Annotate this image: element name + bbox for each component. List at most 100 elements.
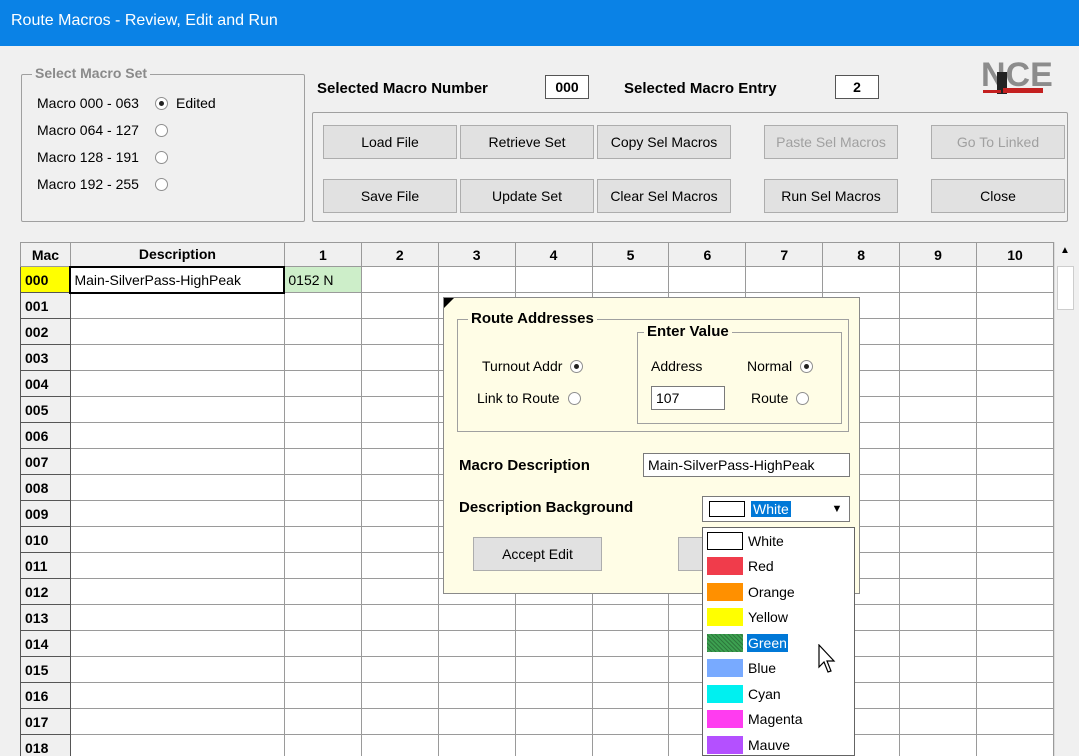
macro-number-cell[interactable]: 018 bbox=[20, 734, 71, 756]
entry-cell[interactable] bbox=[283, 656, 362, 683]
entry-cell[interactable] bbox=[437, 708, 516, 735]
entry-cell[interactable] bbox=[437, 630, 516, 657]
entry-cell[interactable] bbox=[360, 552, 439, 579]
description-cell[interactable] bbox=[69, 708, 285, 735]
description-cell[interactable]: Main-SilverPass-HighPeak bbox=[69, 265, 286, 294]
color-option-magenta[interactable]: Magenta bbox=[703, 707, 854, 733]
scroll-up-icon[interactable]: ▲ bbox=[1055, 242, 1075, 262]
entry-cell[interactable] bbox=[360, 344, 439, 371]
entry-cell[interactable] bbox=[899, 448, 977, 475]
description-cell[interactable] bbox=[69, 734, 285, 756]
route-radio[interactable] bbox=[796, 391, 810, 405]
entry-cell[interactable] bbox=[975, 500, 1054, 527]
table-row[interactable]: 017 bbox=[20, 708, 1054, 735]
entry-cell[interactable] bbox=[360, 630, 439, 657]
load-file-button[interactable]: Load File bbox=[323, 125, 457, 159]
entry-cell[interactable] bbox=[283, 318, 362, 345]
macro-set-option[interactable]: Macro 128 - 191 bbox=[37, 149, 168, 165]
entry-cell[interactable] bbox=[283, 526, 362, 553]
entry-cell[interactable] bbox=[360, 266, 439, 293]
retrieve-set-button[interactable]: Retrieve Set bbox=[460, 125, 594, 159]
entry-cell[interactable] bbox=[514, 630, 593, 657]
table-row[interactable]: 015 bbox=[20, 656, 1054, 683]
entry-cell[interactable] bbox=[514, 656, 593, 683]
entry-cell[interactable] bbox=[899, 604, 977, 631]
entry-cell[interactable] bbox=[899, 500, 977, 527]
entry-cell[interactable] bbox=[283, 682, 362, 709]
entry-cell[interactable] bbox=[975, 448, 1054, 475]
clear-sel-macros-button[interactable]: Clear Sel Macros bbox=[597, 179, 731, 213]
entry-cell[interactable] bbox=[745, 266, 824, 293]
entry-cell[interactable] bbox=[283, 604, 362, 631]
normal-option[interactable]: Normal bbox=[747, 358, 814, 374]
macro-set-option[interactable]: Macro 064 - 127 bbox=[37, 122, 168, 138]
normal-radio[interactable] bbox=[800, 359, 814, 373]
entry-cell[interactable] bbox=[360, 526, 439, 553]
entry-cell[interactable] bbox=[899, 474, 977, 501]
description-cell[interactable] bbox=[69, 396, 285, 423]
macro-number-cell[interactable]: 004 bbox=[20, 370, 71, 397]
macro-number-cell[interactable]: 015 bbox=[20, 656, 71, 683]
entry-cell[interactable] bbox=[360, 682, 439, 709]
entry-cell[interactable] bbox=[360, 604, 439, 631]
entry-cell[interactable] bbox=[360, 318, 439, 345]
entry-cell[interactable] bbox=[899, 734, 977, 756]
description-cell[interactable] bbox=[69, 682, 285, 709]
entry-cell[interactable] bbox=[514, 604, 593, 631]
entry-cell[interactable] bbox=[899, 422, 977, 449]
entry-cell[interactable] bbox=[591, 708, 670, 735]
entry-cell[interactable] bbox=[899, 656, 977, 683]
description-cell[interactable] bbox=[69, 422, 285, 449]
macro-number-cell[interactable]: 001 bbox=[20, 292, 71, 319]
entry-cell[interactable] bbox=[668, 266, 747, 293]
macro-number-cell[interactable]: 007 bbox=[20, 448, 71, 475]
table-row[interactable]: 014 bbox=[20, 630, 1054, 657]
macro-set-radio[interactable] bbox=[155, 150, 168, 164]
macro-number-cell[interactable]: 008 bbox=[20, 474, 71, 501]
entry-cell[interactable] bbox=[514, 266, 593, 293]
go-to-linked-button[interactable]: Go To Linked bbox=[931, 125, 1065, 159]
entry-cell[interactable] bbox=[437, 604, 516, 631]
entry-cell[interactable] bbox=[437, 656, 516, 683]
grid-scrollbar[interactable]: ▲ bbox=[1054, 242, 1075, 756]
description-cell[interactable] bbox=[69, 344, 285, 371]
entry-cell[interactable] bbox=[591, 682, 670, 709]
save-file-button[interactable]: Save File bbox=[323, 179, 457, 213]
entry-cell[interactable] bbox=[899, 344, 977, 371]
description-cell[interactable] bbox=[69, 656, 285, 683]
macro-set-option[interactable]: Macro 000 - 063 Edited bbox=[37, 95, 216, 111]
macro-number-cell[interactable]: 009 bbox=[20, 500, 71, 527]
entry-cell[interactable] bbox=[975, 526, 1054, 553]
entry-cell[interactable] bbox=[975, 474, 1054, 501]
description-cell[interactable] bbox=[69, 448, 285, 475]
macro-number-cell[interactable]: 013 bbox=[20, 604, 71, 631]
link-to-route-radio[interactable] bbox=[567, 391, 581, 405]
description-cell[interactable] bbox=[69, 604, 285, 631]
entry-cell[interactable] bbox=[514, 708, 593, 735]
description-cell[interactable] bbox=[69, 526, 285, 553]
entry-cell[interactable] bbox=[283, 344, 362, 371]
entry-cell[interactable] bbox=[360, 448, 439, 475]
entry-cell[interactable] bbox=[283, 578, 362, 605]
entry-cell[interactable] bbox=[899, 292, 977, 319]
entry-cell[interactable] bbox=[283, 370, 362, 397]
macro-number-cell[interactable]: 003 bbox=[20, 344, 71, 371]
description-cell[interactable] bbox=[69, 370, 285, 397]
close-button[interactable]: Close bbox=[931, 179, 1065, 213]
accept-edit-button[interactable]: Accept Edit bbox=[473, 537, 602, 571]
entry-cell[interactable] bbox=[899, 266, 977, 293]
description-cell[interactable] bbox=[69, 292, 285, 319]
description-cell[interactable] bbox=[69, 578, 285, 605]
entry-cell[interactable] bbox=[283, 448, 362, 475]
macro-number-cell[interactable]: 002 bbox=[20, 318, 71, 345]
entry-cell[interactable] bbox=[899, 578, 977, 605]
entry-cell[interactable] bbox=[899, 682, 977, 709]
macro-number-cell[interactable]: 010 bbox=[20, 526, 71, 553]
entry-cell[interactable] bbox=[283, 474, 362, 501]
color-option-red[interactable]: Red bbox=[703, 554, 854, 580]
entry-cell[interactable] bbox=[360, 396, 439, 423]
entry-cell[interactable] bbox=[899, 396, 977, 423]
description-background-select[interactable]: White ▼ bbox=[702, 496, 850, 522]
macro-number-cell[interactable]: 016 bbox=[20, 682, 71, 709]
route-option[interactable]: Route bbox=[751, 390, 810, 406]
